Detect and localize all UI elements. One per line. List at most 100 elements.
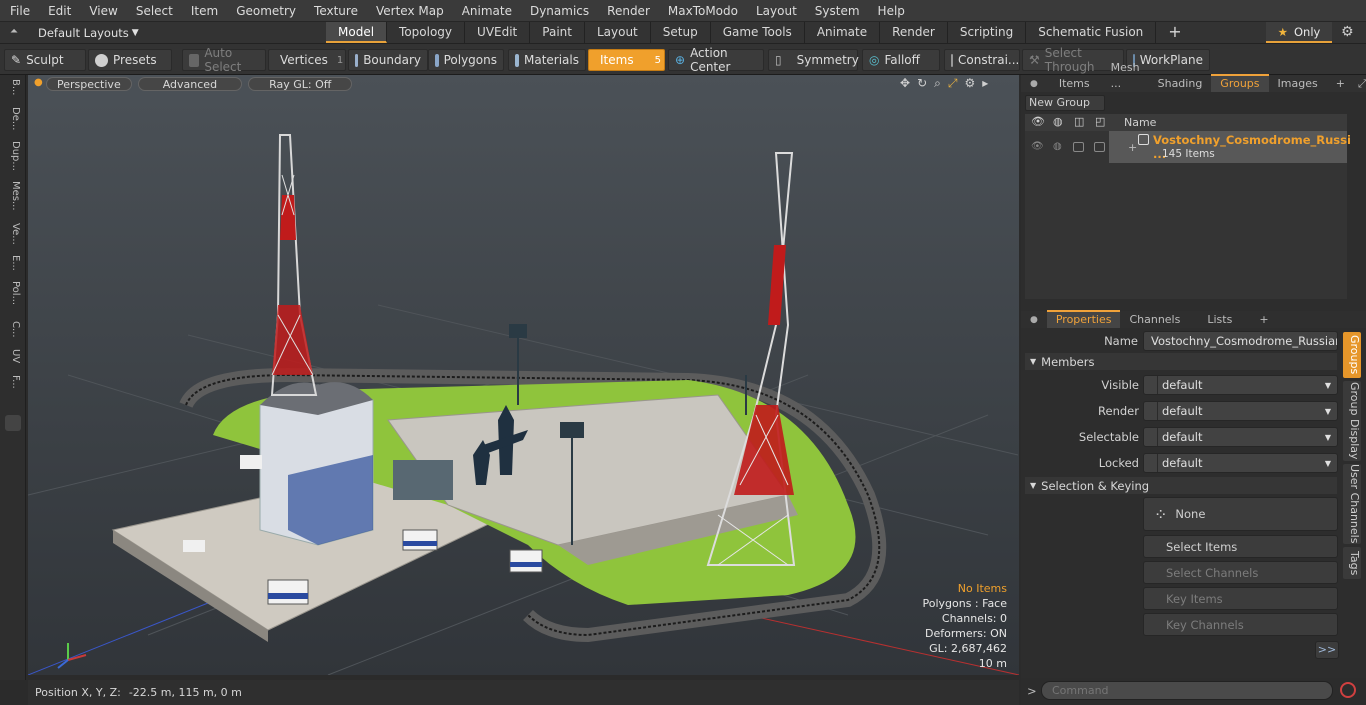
dots-icon: ⁘ (1154, 504, 1167, 524)
side-tab-tags[interactable]: Tags (1343, 547, 1361, 579)
menu-geometry[interactable]: Geometry (226, 0, 304, 22)
tool-tab-toggle[interactable] (5, 415, 21, 431)
more-button[interactable]: >> (1315, 641, 1339, 659)
materials-button[interactable]: Materials (508, 49, 586, 71)
render-dropdown[interactable]: default ▼ (1143, 401, 1338, 421)
render-col-icon[interactable]: ◍ (1053, 115, 1063, 128)
tool-tab-fusion[interactable]: F... (5, 375, 21, 389)
collapse-icon[interactable]: ⏶ (10, 26, 18, 37)
visibility-col-icon[interactable]: 👁 (1031, 115, 1045, 128)
tool-tab-deform[interactable]: De... (5, 107, 21, 130)
tab-layout[interactable]: Layout (585, 22, 651, 43)
menu-layout[interactable]: Layout (746, 0, 805, 22)
new-group-button[interactable]: New Group (1025, 95, 1105, 111)
locked-dropdown[interactable]: default ▼ (1143, 453, 1338, 473)
menu-dynamics[interactable]: Dynamics (520, 0, 597, 22)
tab-game-tools[interactable]: Game Tools (711, 22, 805, 43)
tool-tab-basic[interactable]: B... (5, 79, 21, 95)
action-center-button[interactable]: ⊕ Action Center (668, 46, 764, 74)
tab-animate[interactable]: Animate (805, 22, 881, 43)
gear-icon[interactable]: ⚙ (1341, 24, 1354, 40)
panel-expand-icon[interactable]: ⤢ (1354, 76, 1366, 92)
menu-edit[interactable]: Edit (38, 0, 79, 22)
side-tab-groups[interactable]: Groups (1343, 332, 1361, 378)
tab-model[interactable]: Model (326, 22, 388, 43)
side-tab-user-channels[interactable]: User Channels (1343, 464, 1361, 544)
vertices-button[interactable]: Vertices 1 (268, 49, 346, 71)
tab-setup[interactable]: Setup (651, 22, 711, 43)
tool-tab-uv[interactable]: UV (5, 349, 21, 363)
tool-tab-curve[interactable]: C... (5, 321, 21, 338)
polygons-button[interactable]: Polygons (428, 49, 504, 71)
members-section[interactable]: ▼ Members (1025, 353, 1337, 370)
menu-item[interactable]: Item (181, 0, 226, 22)
tool-tab-vertex[interactable]: Ve... (5, 223, 21, 245)
tab-images[interactable]: Images (1269, 76, 1327, 92)
menu-animate[interactable]: Animate (452, 0, 520, 22)
group-render-icon[interactable]: ◍ (1053, 141, 1062, 152)
tab-channels[interactable]: Channels (1120, 312, 1189, 328)
key-items-button[interactable]: Key Items (1143, 587, 1338, 610)
side-tab-group-display[interactable]: Group Display (1343, 381, 1361, 461)
falloff-button[interactable]: ◎ Falloff (862, 49, 940, 71)
lock-col-icon[interactable]: ◰ (1095, 115, 1105, 128)
group-name-field[interactable]: Vostochny_Cosmodrome_Russian_Spa (1143, 331, 1338, 351)
tool-tab-polygon[interactable]: Pol... (5, 281, 21, 305)
add-tab-button[interactable]: + (1156, 22, 1193, 43)
tab-properties[interactable]: Properties (1046, 310, 1121, 328)
menu-view[interactable]: View (79, 0, 125, 22)
tool-tab-mesh[interactable]: Mes... (5, 181, 21, 211)
add-panel-tab-icon[interactable]: + (1327, 76, 1354, 92)
tool-tab-edge[interactable]: E... (5, 255, 21, 271)
group-lock-icon[interactable] (1094, 142, 1105, 152)
name-column-header[interactable]: Name (1124, 116, 1156, 129)
sculpt-button[interactable]: ✎ Sculpt (4, 49, 86, 71)
tab-shading[interactable]: Shading (1149, 76, 1212, 92)
selection-keying-section[interactable]: ▼ Selection & Keying (1025, 477, 1337, 494)
select-col-icon[interactable]: ◫ (1074, 115, 1084, 128)
select-items-button[interactable]: Select Items (1143, 535, 1338, 558)
group-expand-icon[interactable]: + (1128, 141, 1137, 154)
boundary-button[interactable]: Boundary (348, 49, 428, 71)
3d-viewport[interactable]: ● Perspective Advanced Ray GL: Off ✥ ↻ ⌕… (28, 75, 1019, 675)
symmetry-button[interactable]: ▯ Symmetry (768, 49, 859, 71)
none-preset-button[interactable]: ⁘ None (1143, 497, 1338, 531)
tab-lists[interactable]: Lists (1189, 312, 1250, 328)
select-channels-button[interactable]: Select Channels (1143, 561, 1338, 584)
menu-render[interactable]: Render (597, 0, 658, 22)
menu-file[interactable]: File (0, 0, 38, 22)
presets-button[interactable]: Presets (88, 49, 172, 71)
tab-schematic-fusion[interactable]: Schematic Fusion (1026, 22, 1157, 43)
properties-menu-icon[interactable]: ● (1021, 312, 1047, 328)
menu-select[interactable]: Select (126, 0, 181, 22)
command-input[interactable] (1041, 681, 1333, 700)
tab-topology[interactable]: Topology (387, 22, 466, 43)
visible-dropdown[interactable]: default ▼ (1143, 375, 1338, 395)
auto-select-button[interactable]: Auto Select (182, 46, 266, 74)
record-icon[interactable] (1340, 682, 1356, 698)
items-button[interactable]: Items 5 (588, 49, 665, 71)
menu-help[interactable]: Help (868, 0, 913, 22)
group-select-icon[interactable] (1073, 142, 1084, 152)
only-toggle[interactable]: ★ Only (1266, 22, 1332, 43)
tool-tab-duplicate[interactable]: Dup... (5, 141, 21, 171)
menu-system[interactable]: System (805, 0, 868, 22)
selectable-dropdown[interactable]: default ▼ (1143, 427, 1338, 447)
tab-mesh[interactable]: Mesh ... (1102, 60, 1149, 92)
layouts-dropdown[interactable]: Default Layouts ▼ (30, 22, 147, 43)
add-properties-tab-icon[interactable]: + (1250, 312, 1277, 328)
tab-items[interactable]: Items (1047, 76, 1102, 92)
group-visibility-icon[interactable]: 👁 (1031, 141, 1044, 152)
tab-uvedit[interactable]: UVEdit (465, 22, 531, 43)
key-channels-button[interactable]: Key Channels (1143, 613, 1338, 636)
tab-render[interactable]: Render (880, 22, 948, 43)
menu-texture[interactable]: Texture (304, 0, 366, 22)
tab-paint[interactable]: Paint (530, 22, 585, 43)
constraints-button[interactable]: Constrai... (944, 49, 1020, 71)
menu-vertex-map[interactable]: Vertex Map (366, 0, 452, 22)
panel-menu-icon[interactable]: ● (1021, 76, 1047, 92)
tab-scripting[interactable]: Scripting (948, 22, 1027, 43)
menu-maxtomodo[interactable]: MaxToModo (658, 0, 746, 22)
tab-groups[interactable]: Groups (1211, 74, 1269, 92)
constraints-label: Constrai... (958, 53, 1020, 67)
